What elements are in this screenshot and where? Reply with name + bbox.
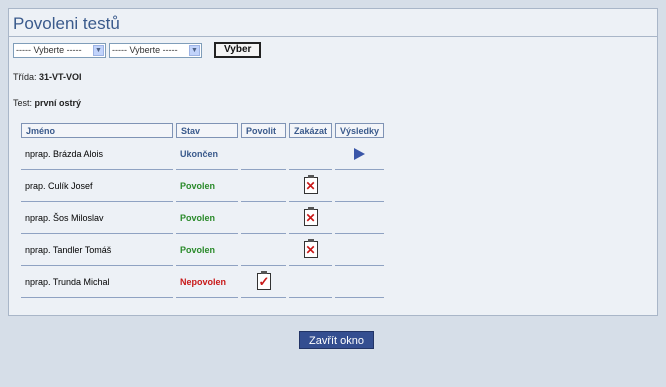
title-divider: [9, 36, 657, 37]
filter-select-1[interactable]: ----- Vyberte ----- ▼: [13, 42, 106, 58]
results-cell: [335, 266, 385, 298]
status-label: Povolen: [176, 234, 238, 266]
student-name: prap. Culík Josef: [21, 170, 173, 202]
student-name: nprap. Brázda Alois: [21, 138, 173, 170]
table-row: prap. Culík Josef Povolen ✕: [21, 170, 385, 202]
filter-select-2-value: ----- Vyberte -----: [112, 45, 178, 55]
chevron-down-icon[interactable]: ▼: [93, 44, 104, 56]
forbid-cell: ✕: [289, 234, 333, 266]
filter-select-2[interactable]: ----- Vyberte ----- ▼: [109, 42, 202, 58]
status-label: Povolen: [176, 170, 238, 202]
table-row: nprap. Tandler Tomáš Povolen ✕: [21, 234, 385, 266]
column-header-allow: Povolit: [241, 123, 286, 138]
table-row: nprap. Brázda Alois Ukončen: [21, 138, 385, 170]
class-value: 31-VT-VOI: [39, 72, 82, 82]
table-row: nprap. Trunda Michal Nepovolen ✓: [21, 266, 385, 298]
test-label: Test:: [13, 98, 33, 108]
forbid-clipboard-icon[interactable]: ✕: [303, 175, 318, 194]
class-info: Třída: 31-VT-VOI: [13, 72, 82, 82]
allow-clipboard-icon[interactable]: ✓: [256, 271, 271, 290]
forbid-clipboard-icon[interactable]: ✕: [303, 239, 318, 258]
test-value: první ostrý: [34, 98, 82, 108]
allow-cell: [241, 234, 286, 266]
table-row: nprap. Šos Miloslav Povolen ✕: [21, 202, 385, 234]
forbid-cell: [289, 266, 333, 298]
results-cell: [335, 170, 385, 202]
select-button[interactable]: Vyber: [214, 42, 262, 58]
forbid-clipboard-icon[interactable]: ✕: [303, 207, 318, 226]
filter-select-1-value: ----- Vyberte -----: [16, 45, 82, 55]
main-panel: Povoleni testů ----- Vyberte ----- ▼ ---…: [8, 8, 658, 316]
allow-cell: ✓: [241, 266, 286, 298]
allow-cell: [241, 170, 286, 202]
student-name: nprap. Tandler Tomáš: [21, 234, 173, 266]
column-header-forbid: Zakázat: [289, 123, 333, 138]
status-label: Nepovolen: [176, 266, 238, 298]
column-header-name: Jméno: [21, 123, 173, 138]
forbid-cell: [289, 138, 333, 170]
allow-cell: [241, 138, 286, 170]
chevron-down-icon[interactable]: ▼: [189, 44, 200, 56]
student-name: nprap. Trunda Michal: [21, 266, 173, 298]
status-label: Povolen: [176, 202, 238, 234]
results-cell: [335, 234, 385, 266]
forbid-cell: ✕: [289, 202, 333, 234]
test-info: Test: první ostrý: [13, 98, 81, 108]
allow-cell: [241, 202, 286, 234]
filter-bar: ----- Vyberte ----- ▼ ----- Vyberte ----…: [13, 42, 262, 58]
results-cell: [335, 138, 385, 170]
page-title: Povoleni testů: [13, 14, 120, 33]
forbid-cell: ✕: [289, 170, 333, 202]
class-label: Třída:: [13, 72, 37, 82]
results-cell: [335, 202, 385, 234]
student-name: nprap. Šos Miloslav: [21, 202, 173, 234]
students-table: Jméno Stav Povolit Zakázat Výsledky npra…: [18, 123, 387, 298]
close-window-button[interactable]: Zavřít okno: [299, 331, 374, 349]
column-header-status: Stav: [176, 123, 238, 138]
status-label: Ukončen: [176, 138, 238, 170]
play-icon[interactable]: [354, 147, 366, 160]
column-header-results: Výsledky: [335, 123, 385, 138]
table-header-row: Jméno Stav Povolit Zakázat Výsledky: [21, 123, 385, 138]
